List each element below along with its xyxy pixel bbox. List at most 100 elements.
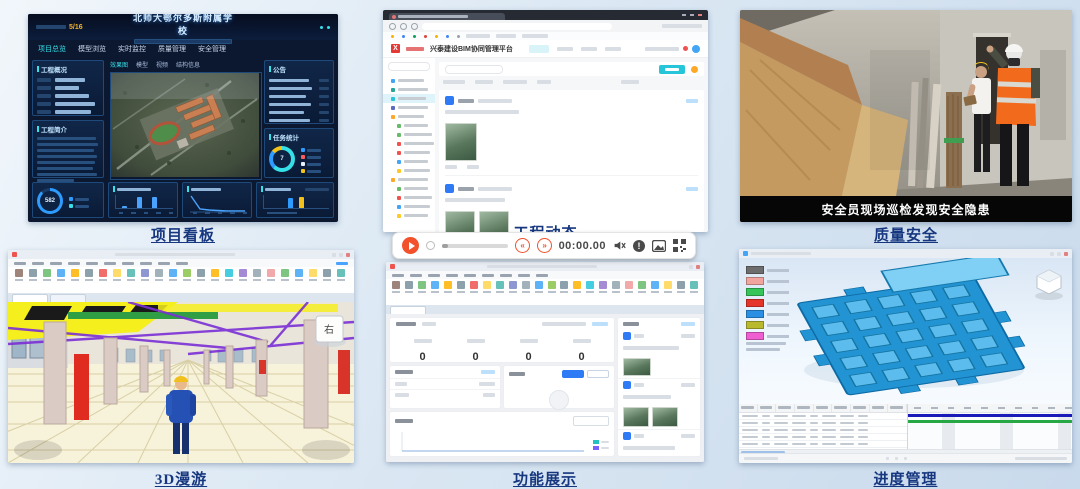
tool-icon[interactable] [547, 281, 556, 307]
info-icon[interactable]: ! [633, 240, 645, 252]
notice-row[interactable] [269, 119, 329, 122]
tool-icon[interactable] [336, 269, 346, 295]
tool-icon[interactable] [599, 281, 608, 307]
tool-icon[interactable] [534, 281, 543, 307]
view-tab[interactable]: 模型 [136, 60, 148, 69]
window-controls[interactable] [682, 14, 702, 16]
sidebar-item[interactable] [383, 121, 435, 130]
dashboard-nav-item[interactable]: 模型浏览 [78, 44, 106, 54]
tool-icon[interactable] [28, 269, 38, 295]
task-row[interactable] [739, 427, 907, 434]
tool-icon[interactable] [238, 269, 248, 295]
sidebar-item[interactable] [383, 76, 435, 85]
bookmark-icon[interactable] [413, 35, 416, 38]
thumb-3d-walkthrough[interactable]: 右 [8, 250, 354, 463]
tool-icon[interactable] [196, 269, 206, 295]
bookmark-icon[interactable] [402, 35, 405, 38]
tool-icon[interactable] [482, 281, 491, 307]
tool-icon[interactable] [650, 281, 659, 307]
dashboard-nav-item[interactable]: 项目总览 [38, 44, 66, 54]
dashboard-nav-item[interactable]: 安全管理 [198, 44, 226, 54]
tool-icon[interactable] [140, 269, 150, 295]
task-row[interactable] [739, 413, 907, 420]
tool-icon[interactable] [676, 281, 685, 307]
tool-icon[interactable] [280, 269, 290, 295]
sidebar-item[interactable] [383, 193, 435, 202]
thumb-features-app[interactable]: 0 0 0 0 [386, 262, 704, 462]
tool-icon[interactable] [521, 281, 530, 307]
dashboard-nav-item[interactable]: 实时监控 [118, 44, 146, 54]
sidebar-item[interactable] [383, 148, 435, 157]
notice-row[interactable] [269, 79, 329, 82]
sidebar-item[interactable] [383, 94, 435, 103]
view-tab[interactable]: 视频 [156, 60, 168, 69]
sidebar-item[interactable] [383, 139, 435, 148]
bookmark-icon[interactable] [435, 35, 438, 38]
publish-button[interactable] [659, 65, 685, 74]
tool-icon[interactable] [14, 269, 24, 295]
snapshot-icon[interactable] [652, 240, 666, 252]
refresh-icon[interactable] [411, 23, 418, 30]
tool-icon[interactable] [470, 281, 479, 307]
bell-icon[interactable] [683, 46, 688, 51]
bookmark-icon[interactable] [424, 35, 427, 38]
tool-icon[interactable] [586, 281, 595, 307]
gantt-chart[interactable] [908, 404, 1072, 449]
sidebar-item[interactable] [383, 184, 435, 193]
secondary-button[interactable] [587, 370, 609, 378]
sidebar-item[interactable] [383, 175, 435, 184]
avatar[interactable] [692, 45, 700, 53]
play-button[interactable] [402, 237, 419, 254]
mute-icon[interactable] [613, 239, 626, 252]
notice-row[interactable] [269, 103, 329, 106]
notice-icon[interactable] [691, 66, 698, 73]
notice-row[interactable] [269, 87, 329, 90]
close-icon[interactable] [346, 253, 350, 257]
tool-icon[interactable] [126, 269, 136, 295]
bookmark-icon[interactable] [391, 35, 394, 38]
task-row[interactable] [739, 434, 907, 441]
sidebar-item[interactable] [383, 103, 435, 112]
sidebar-search-input[interactable] [388, 62, 430, 71]
sidebar-item[interactable] [383, 130, 435, 139]
tool-icon[interactable] [112, 269, 122, 295]
task-row[interactable] [739, 441, 907, 448]
tool-icon[interactable] [84, 269, 94, 295]
caption-walkthrough[interactable]: 3D漫游 [8, 468, 354, 489]
tool-icon[interactable] [154, 269, 164, 295]
qr-code-icon[interactable] [673, 239, 686, 252]
tool-icon[interactable] [252, 269, 262, 295]
sidebar-item[interactable] [383, 211, 435, 220]
tool-icon[interactable] [663, 281, 672, 307]
task-row[interactable] [739, 420, 907, 427]
tool-icon[interactable] [42, 269, 52, 295]
tool-icon[interactable] [560, 281, 569, 307]
tool-icon[interactable] [266, 269, 276, 295]
walkthrough-viewport[interactable]: 右 [8, 302, 354, 463]
minimize-icon[interactable] [332, 253, 336, 257]
view-tab[interactable]: 结构信息 [176, 60, 200, 69]
post-photo[interactable] [445, 123, 477, 161]
tool-icon[interactable] [168, 269, 178, 295]
tool-icon[interactable] [638, 281, 647, 307]
activity-photo[interactable] [623, 358, 651, 376]
thumb-safety-video[interactable]: 安全员现场巡检发现安全隐患 [740, 10, 1072, 222]
tool-icon[interactable] [210, 269, 220, 295]
sidebar-item[interactable] [383, 157, 435, 166]
maximize-icon[interactable] [1057, 252, 1061, 256]
caption-features[interactable]: 功能展示 [386, 468, 704, 489]
caption-project-dashboard[interactable]: 项目看板 [28, 224, 338, 245]
feed-post[interactable] [445, 96, 698, 176]
url-field[interactable] [422, 23, 612, 30]
forward-icon[interactable] [400, 23, 407, 30]
tool-icon[interactable] [98, 269, 108, 295]
notice-row[interactable] [269, 111, 329, 114]
tool-icon[interactable] [224, 269, 234, 295]
tool-icon[interactable] [56, 269, 66, 295]
view-tab-strip[interactable] [386, 305, 704, 314]
bookmark-icon[interactable] [446, 35, 449, 38]
sidebar-item[interactable] [383, 166, 435, 175]
tool-icon[interactable] [294, 269, 304, 295]
tool-icon[interactable] [431, 281, 440, 307]
tool-icon[interactable] [495, 281, 504, 307]
